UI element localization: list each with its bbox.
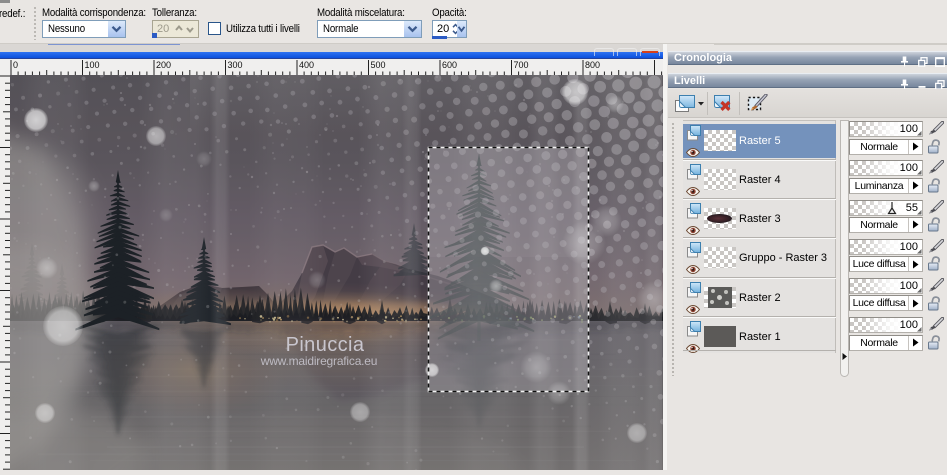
svg-text:0: 0: [13, 60, 18, 70]
svg-text:400: 400: [299, 60, 314, 70]
svg-text:200: 200: [156, 60, 171, 70]
svg-text:300: 300: [228, 60, 243, 70]
svg-text:500: 500: [371, 60, 386, 70]
svg-text:www.maidiregrafica.eu: www.maidiregrafica.eu: [260, 354, 378, 368]
svg-text:100: 100: [85, 60, 100, 70]
svg-text:600: 600: [442, 60, 457, 70]
svg-text:700: 700: [514, 60, 529, 70]
svg-text:Pinuccia: Pinuccia: [286, 334, 365, 356]
svg-text:800: 800: [585, 60, 600, 70]
